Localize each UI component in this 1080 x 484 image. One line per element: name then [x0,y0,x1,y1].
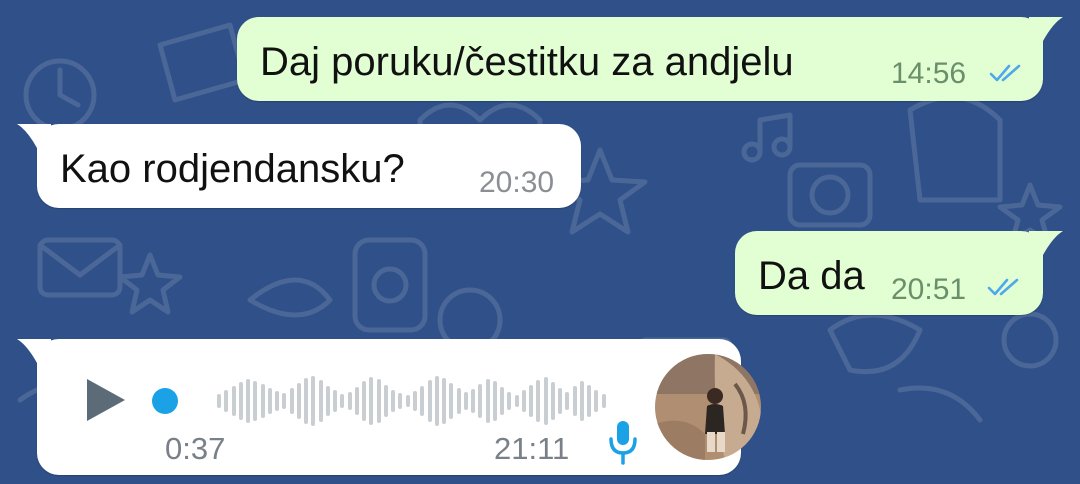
waveform-bar [282,393,287,409]
waveform-bar [296,383,301,419]
message-time: 20:51 [891,273,967,306]
waveform-bar [449,383,454,419]
waveform-bar [304,378,309,424]
waveform-bar [543,377,548,425]
waveform-bar [529,385,534,417]
waveform-bar [572,386,577,416]
waveform-bar [601,394,606,408]
message-time: 14:56 [891,57,967,90]
waveform-bar [224,390,229,412]
waveform-bar [420,386,425,416]
waveform-bar [565,392,570,410]
waveform-bar [500,387,505,415]
waveform-bar [238,382,243,420]
waveform-bar [275,391,280,411]
waveform-bar [354,387,359,415]
waveform-bar [558,388,563,414]
waveform-bar [231,386,236,416]
waveform-bar [550,382,555,420]
waveform-bar [587,385,592,417]
waveform-bar [478,384,483,418]
voice-duration: 0:37 [165,431,226,466]
waveform-bar [536,380,541,422]
outgoing-message-bubble[interactable]: Daj poruku/čestitku za andjelu 14:56 [237,17,1063,101]
waveform-bar [260,384,265,418]
waveform-bar [434,376,439,426]
waveform-bar [253,381,258,421]
incoming-message-bubble[interactable]: Kao rodjendansku? 20:30 [17,124,581,208]
waveform-bar [347,392,352,410]
bubble-tail [1029,17,1063,41]
waveform-bar [369,377,374,425]
bubble-tail [17,339,51,363]
waveform-bar [246,379,251,423]
microphone-icon [609,421,637,465]
waveform-bar [413,391,417,411]
message-time: 20:30 [479,166,555,199]
waveform-bar [442,378,447,424]
bubble-tail [17,124,51,148]
double-check-icon [989,64,1021,82]
waveform-bar [579,381,584,421]
waveform-bar [289,388,294,414]
waveform-bar [405,395,410,407]
waveform-bar [333,390,338,412]
waveform-bar [456,388,461,414]
waveform-bar [340,394,345,408]
outgoing-message-bubble[interactable]: Da da 20:51 [735,231,1063,315]
waveform-bar [383,385,388,417]
waveform-bar [362,381,367,421]
waveform-bar [485,379,490,423]
sender-avatar[interactable] [655,354,761,460]
playback-position-dot[interactable] [152,388,178,414]
waveform-bar [514,395,519,407]
waveform-bar [267,388,272,414]
waveform-bar [311,376,316,426]
double-check-icon [987,278,1019,296]
waveform-bar [398,393,403,409]
waveform-bar [325,386,330,416]
voice-waveform[interactable] [217,369,609,433]
voice-message-bubble[interactable]: 0:37 21:11 [17,339,761,475]
message-text: Kao rodjendansku? [60,147,405,191]
message-time: 21:11 [494,431,570,466]
waveform-bar [376,379,381,423]
play-icon[interactable] [85,377,127,423]
message-text: Daj poruku/čestitku za andjelu [260,40,794,84]
waveform-bar [594,390,599,412]
waveform-bar [318,380,323,422]
waveform-bar [427,380,432,422]
bubble-tail [1029,231,1063,255]
waveform-bar [507,392,512,410]
waveform-bar [521,390,526,412]
waveform-bar [471,389,476,413]
waveform-bar [463,392,468,410]
message-text: Da da [758,254,865,298]
waveform-bar [391,390,396,412]
waveform-bar [492,381,497,421]
waveform-bar [217,394,221,408]
